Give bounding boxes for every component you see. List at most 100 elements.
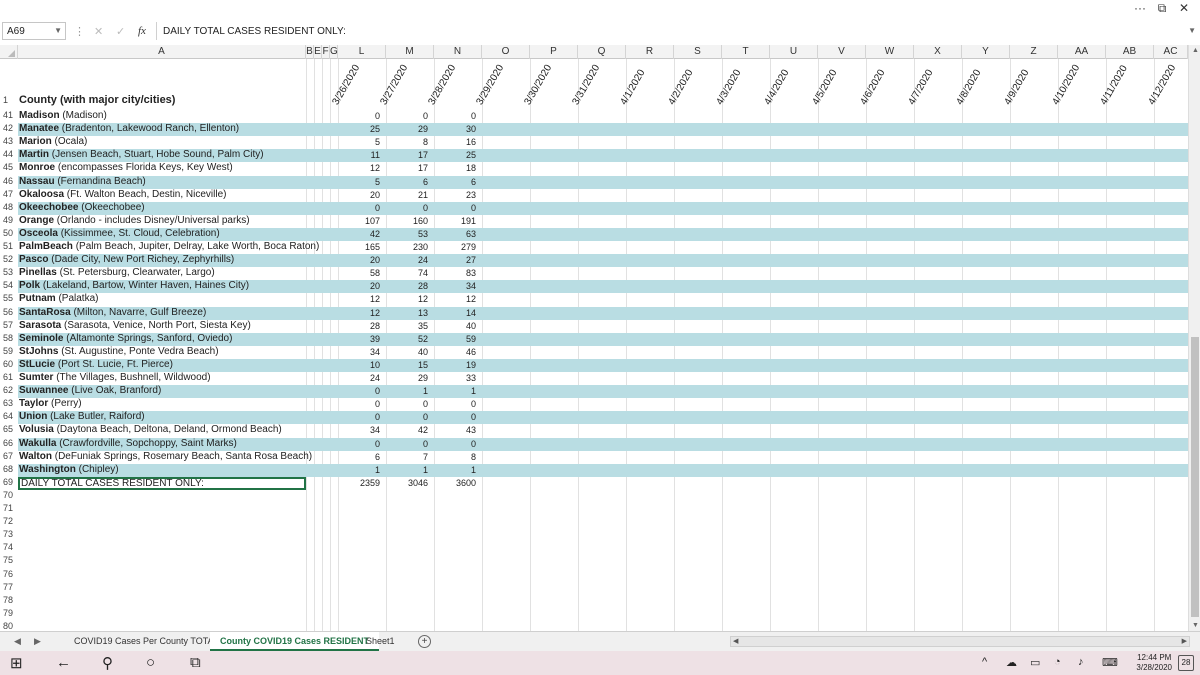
row-number[interactable]: 79 — [0, 607, 18, 621]
county-cell[interactable]: Walton (DeFuniak Springs, Rosemary Beach… — [19, 451, 312, 462]
cell-3-26[interactable]: 1 — [338, 465, 380, 475]
county-cell[interactable]: StJohns (St. Augustine, Ponte Vedra Beac… — [19, 346, 219, 357]
row-number[interactable]: 48 — [0, 201, 18, 215]
row-number[interactable]: 80 — [0, 620, 18, 631]
column-header-q[interactable]: Q — [578, 45, 626, 59]
cell-3-26[interactable]: 20 — [338, 281, 380, 291]
county-cell[interactable]: Martin (Jensen Beach, Stuart, Hobe Sound… — [19, 149, 264, 160]
row-number[interactable]: 78 — [0, 594, 18, 608]
cell-3-27[interactable]: 13 — [386, 308, 428, 318]
notification-center-badge[interactable]: 28 — [1178, 655, 1194, 671]
date-header[interactable]: 4/3/2020 — [714, 68, 770, 109]
cell-3-28[interactable]: 0 — [434, 399, 476, 409]
cell-3-27[interactable]: 15 — [386, 360, 428, 370]
tab-county-covid19-cases-resident[interactable]: County COVID19 Cases RESIDENT — [210, 632, 380, 651]
date-header[interactable]: 3/26/2020 — [330, 63, 386, 109]
insert-function-button[interactable]: fx — [138, 25, 146, 37]
add-sheet-button[interactable]: + — [418, 635, 431, 648]
column-header-m[interactable]: M — [386, 45, 434, 59]
cell-3-26[interactable]: 0 — [338, 412, 380, 422]
date-header[interactable]: 3/30/2020 — [522, 63, 578, 109]
cell-3-28[interactable]: 33 — [434, 373, 476, 383]
county-cell[interactable]: Union (Lake Butler, Raiford) — [19, 411, 145, 422]
row-number[interactable]: 49 — [0, 214, 18, 228]
cell-3-26[interactable]: 42 — [338, 229, 380, 239]
county-cell[interactable]: Monroe (encompasses Florida Keys, Key We… — [19, 162, 233, 173]
keyboard-icon[interactable]: ⌨ — [1102, 656, 1118, 669]
row-number[interactable]: 1 — [0, 95, 18, 109]
county-cell[interactable]: Orange (Orlando - includes Disney/Univer… — [19, 215, 250, 226]
cell-3-28[interactable]: 27 — [434, 255, 476, 265]
chevron-up-icon[interactable]: ^ — [982, 656, 987, 668]
county-cell[interactable]: Suwannee (Live Oak, Branford) — [19, 385, 161, 396]
cell-3-27[interactable]: 0 — [386, 412, 428, 422]
column-header-w[interactable]: W — [866, 45, 914, 59]
search-icon[interactable]: ⚲ — [102, 654, 113, 672]
date-header[interactable]: 4/2/2020 — [666, 68, 722, 109]
column-header-n[interactable]: N — [434, 45, 482, 59]
cell-3-27[interactable]: 12 — [386, 294, 428, 304]
row-number[interactable]: 53 — [0, 267, 18, 281]
cell-3-26[interactable]: 5 — [338, 137, 380, 147]
row-number[interactable]: 66 — [0, 437, 18, 451]
confirm-icon[interactable]: ✓ — [116, 25, 125, 38]
cell-3-27[interactable]: 42 — [386, 425, 428, 435]
column-header-b[interactable]: B — [306, 45, 314, 59]
cell-3-27[interactable]: 0 — [386, 439, 428, 449]
total-3-26[interactable]: 2359 — [338, 478, 380, 488]
date-header[interactable]: 3/31/2020 — [570, 63, 626, 109]
row-number[interactable]: 50 — [0, 227, 18, 241]
county-cell[interactable]: Washington (Chipley) — [19, 464, 119, 475]
county-cell[interactable]: Okeechobee (Okeechobee) — [19, 202, 145, 213]
cell-3-28[interactable]: 1 — [434, 386, 476, 396]
cell-3-26[interactable]: 24 — [338, 373, 380, 383]
cell-3-26[interactable]: 107 — [338, 216, 380, 226]
horizontal-scrollbar[interactable]: ◀ ▶ — [730, 636, 1190, 647]
row-number[interactable]: 43 — [0, 136, 18, 150]
row-number[interactable]: 52 — [0, 254, 18, 268]
select-all-button[interactable] — [0, 45, 18, 59]
cell-3-26[interactable]: 6 — [338, 452, 380, 462]
cell-3-27[interactable]: 7 — [386, 452, 428, 462]
row-number[interactable]: 75 — [0, 555, 18, 569]
cell-3-26[interactable]: 20 — [338, 255, 380, 265]
county-cell[interactable]: Nassau (Fernandina Beach) — [19, 176, 146, 187]
expand-formula-icon[interactable]: ▼ — [1188, 26, 1196, 35]
cell-3-26[interactable]: 12 — [338, 294, 380, 304]
row-number[interactable]: 68 — [0, 463, 18, 477]
cell-3-28[interactable]: 0 — [434, 439, 476, 449]
cell-3-26[interactable]: 34 — [338, 425, 380, 435]
county-cell[interactable]: Polk (Lakeland, Bartow, Winter Haven, Ha… — [19, 280, 249, 291]
scroll-right-icon[interactable]: ▶ — [1182, 637, 1187, 645]
cell-3-28[interactable]: 30 — [434, 124, 476, 134]
cell-3-26[interactable]: 0 — [338, 399, 380, 409]
cell-3-28[interactable]: 46 — [434, 347, 476, 357]
county-cell[interactable]: SantaRosa (Milton, Navarre, Gulf Breeze) — [19, 307, 206, 318]
wifi-icon[interactable]: ◔ — [1054, 656, 1061, 668]
date-header[interactable]: 4/12/2020 — [1146, 63, 1188, 109]
county-cell[interactable]: Sarasota (Sarasota, Venice, North Port, … — [19, 320, 251, 331]
row-number[interactable]: 57 — [0, 319, 18, 333]
cell-3-27[interactable]: 0 — [386, 203, 428, 213]
date-header[interactable]: 3/29/2020 — [474, 63, 530, 109]
column-header-o[interactable]: O — [482, 45, 530, 59]
column-header-f[interactable]: F — [322, 45, 330, 59]
tab-covid19-cases-per-county-total[interactable]: COVID19 Cases Per County TOTAL — [64, 632, 229, 651]
cell-3-27[interactable]: 28 — [386, 281, 428, 291]
column-header-g[interactable]: G — [330, 45, 338, 59]
date-header[interactable]: 4/8/2020 — [954, 68, 1010, 109]
row-number[interactable]: 54 — [0, 280, 18, 294]
county-cell[interactable]: Madison (Madison) — [19, 110, 107, 121]
cell-3-27[interactable]: 17 — [386, 150, 428, 160]
tab-next-icon[interactable]: ▶ — [34, 636, 41, 647]
cell-3-27[interactable]: 40 — [386, 347, 428, 357]
cell-3-28[interactable]: 18 — [434, 163, 476, 173]
row-number[interactable]: 61 — [0, 372, 18, 386]
column-header-r[interactable]: R — [626, 45, 674, 59]
cell-3-28[interactable]: 6 — [434, 177, 476, 187]
row-number[interactable]: 67 — [0, 450, 18, 464]
cell-3-28[interactable]: 0 — [434, 203, 476, 213]
cell-3-28[interactable]: 25 — [434, 150, 476, 160]
cell-3-28[interactable]: 34 — [434, 281, 476, 291]
restore-icon[interactable]: ⧉ — [1154, 1, 1170, 16]
